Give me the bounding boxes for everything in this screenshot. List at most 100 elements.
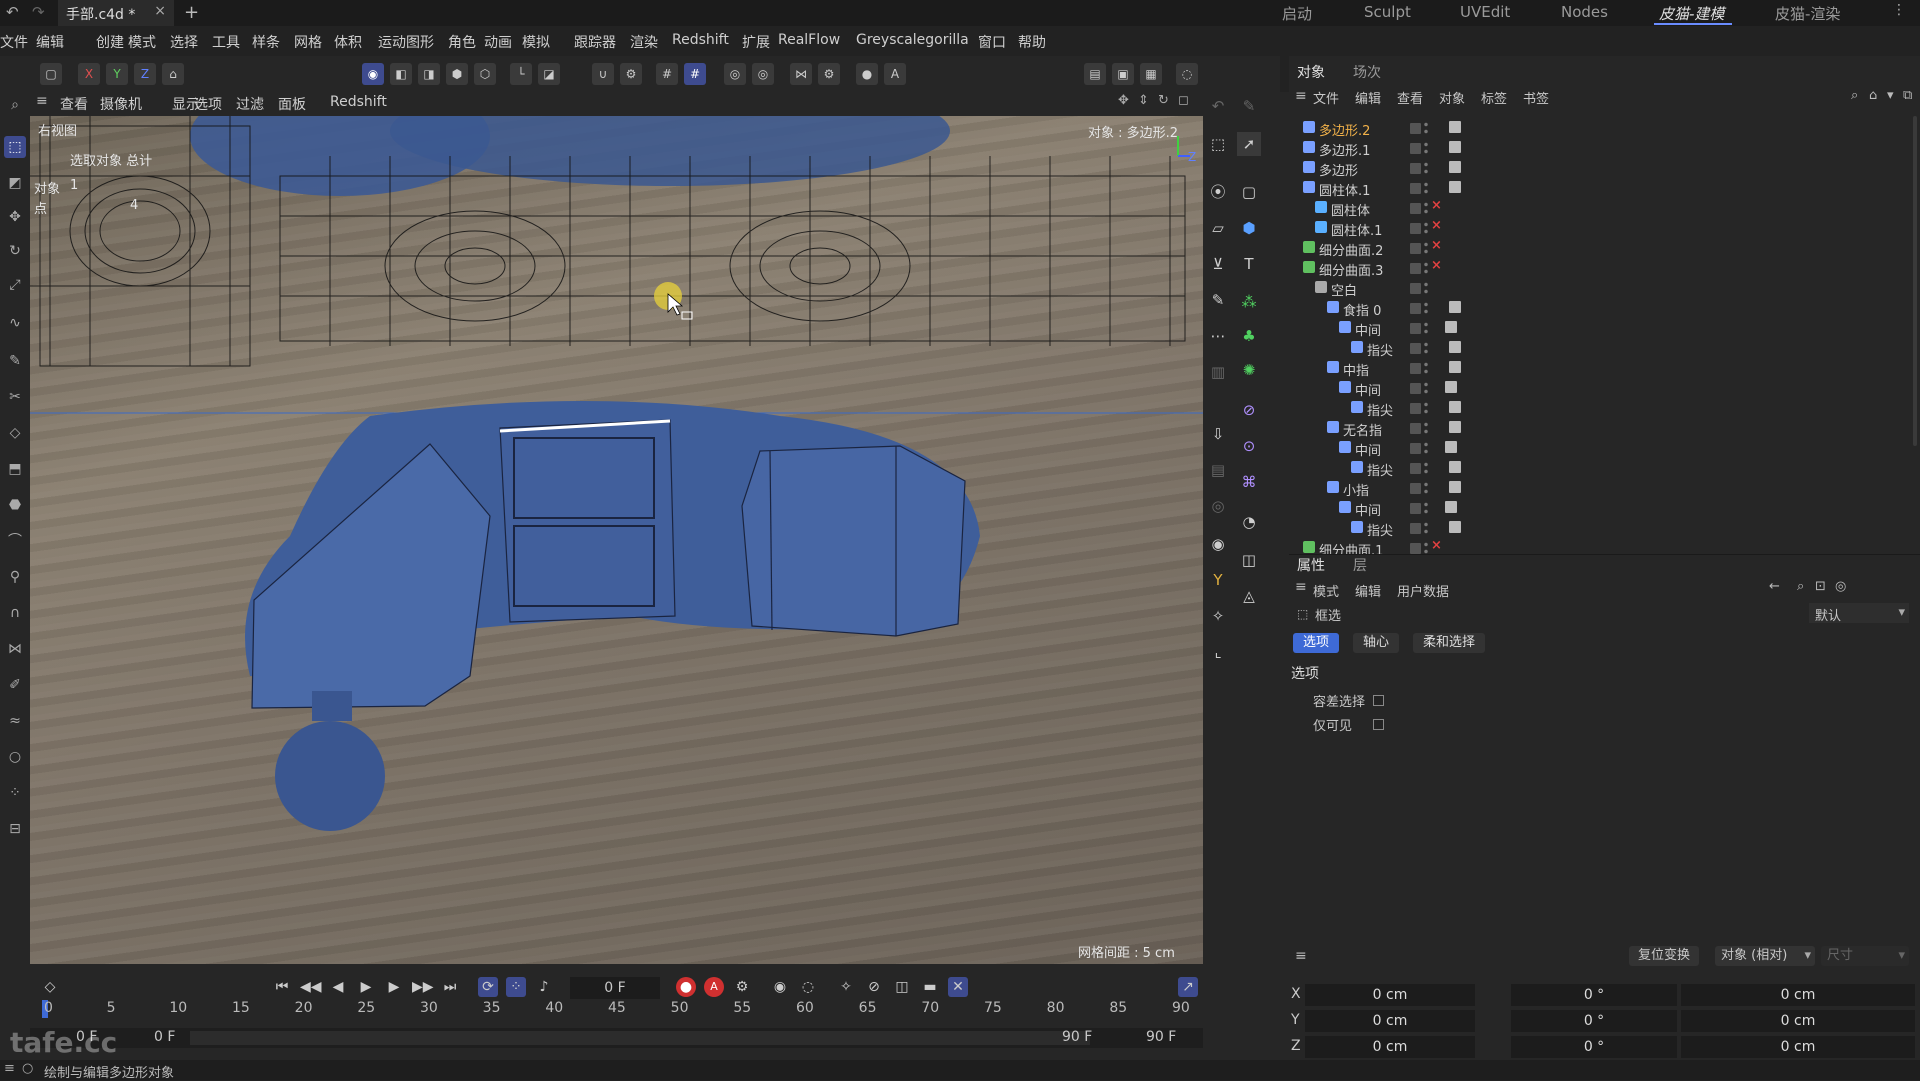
uv-mode-icon[interactable]: ⬢ <box>446 63 468 85</box>
polygons-mode-icon[interactable]: ◨ <box>418 63 440 85</box>
tag-icon[interactable] <box>1449 361 1461 373</box>
object-row[interactable]: 中指 <box>1289 358 1920 379</box>
axis-x-toggle[interactable]: X <box>78 63 100 85</box>
menu-item-1[interactable]: 编辑 <box>36 32 64 52</box>
render-visibility-dots[interactable] <box>1424 481 1428 495</box>
search-icon[interactable]: ⌕ <box>4 94 26 116</box>
object-row[interactable]: 中间 <box>1289 438 1920 459</box>
coord-rot-field[interactable]: 0 ° <box>1511 984 1677 1006</box>
key-scale-icon[interactable]: ✧ <box>836 977 856 997</box>
render-visibility-dots[interactable] <box>1424 321 1428 335</box>
texture-mode-icon[interactable]: ⬡ <box>474 63 496 85</box>
next-key-icon[interactable]: ▶▶ <box>412 977 434 997</box>
viewport-menu-item-5[interactable]: 面板 <box>278 94 306 114</box>
menu-item-10[interactable]: 角色 <box>448 32 476 52</box>
magnet-tool-icon[interactable]: ∩ <box>4 602 26 624</box>
disabled-icon[interactable]: × <box>1431 198 1442 213</box>
render-visibility-dots[interactable] <box>1424 501 1428 515</box>
coord-scale-field[interactable]: 0 cm <box>1681 1010 1915 1032</box>
layer-icon[interactable]: ▤ <box>1206 458 1230 482</box>
disabled-icon[interactable]: × <box>1431 218 1442 233</box>
knife-icon[interactable]: ✂ <box>4 386 26 408</box>
render-visibility-dots[interactable] <box>1424 241 1428 255</box>
visibility-toggle[interactable] <box>1410 123 1421 134</box>
smooth-icon[interactable]: ≈ <box>4 710 26 732</box>
subtab-soft-selection[interactable]: 柔和选择 <box>1413 633 1486 653</box>
playback-mode-icon[interactable]: ⁘ <box>506 977 526 997</box>
live-select-icon[interactable]: ⬚ <box>1206 132 1230 156</box>
redshift-render-icon[interactable]: ◌ <box>1176 63 1198 85</box>
object-name[interactable]: 空白 <box>1331 280 1357 299</box>
subtab-options[interactable]: 选项 <box>1293 633 1340 653</box>
object-row[interactable]: 圆柱体 × <box>1289 198 1920 219</box>
floor-icon[interactable]: ▱ <box>1206 216 1230 240</box>
visibility-toggle[interactable] <box>1410 503 1421 514</box>
brush-tool-icon[interactable]: ✎ <box>1206 288 1230 312</box>
menu-item-18[interactable]: Greyscalegorilla <box>856 32 969 48</box>
key-position-icon[interactable]: ◉ <box>770 977 790 997</box>
render-visibility-dots[interactable] <box>1424 281 1428 295</box>
sound-icon[interactable]: ♪ <box>534 977 554 997</box>
object-name[interactable]: 多边形.2 <box>1319 120 1370 139</box>
visibility-toggle[interactable] <box>1410 543 1421 554</box>
menu-item-12[interactable]: 模拟 <box>522 32 550 52</box>
render-visibility-dots[interactable] <box>1424 201 1428 215</box>
render-visibility-dots[interactable] <box>1424 221 1428 235</box>
viewport-menu-item-6[interactable]: Redshift <box>330 94 387 110</box>
menu-item-8[interactable]: 体积 <box>334 32 362 52</box>
key-point-icon[interactable]: ▬ <box>920 977 940 997</box>
frame-range-slider[interactable] <box>190 1031 1090 1045</box>
grid-icon[interactable]: ▥ <box>1206 360 1230 384</box>
coord-pos-field[interactable]: 0 cm <box>1305 984 1475 1006</box>
camera-icon[interactable]: ⦿ <box>1206 180 1230 204</box>
camera-object-icon[interactable]: ◫ <box>1237 548 1261 572</box>
play-icon[interactable]: ▶ <box>356 977 376 997</box>
visibility-toggle[interactable] <box>1410 223 1421 234</box>
close-icon[interactable]: × <box>154 3 166 19</box>
more-icon[interactable]: ⋮ <box>1892 2 1906 18</box>
render-visibility-dots[interactable] <box>1424 141 1428 155</box>
visibility-toggle[interactable] <box>1410 283 1421 294</box>
loop-icon[interactable]: ⟳ <box>478 977 498 997</box>
menu-item-19[interactable]: 窗口 <box>978 32 1006 52</box>
auto-key-icon[interactable]: A <box>704 977 724 997</box>
snap-settings-icon[interactable]: ⚙ <box>620 63 642 85</box>
tab-takes[interactable]: 场次 <box>1353 62 1381 82</box>
tag-icon[interactable] <box>1449 141 1461 153</box>
visible-only-checkbox[interactable] <box>1373 719 1384 730</box>
object-row[interactable]: 中间 <box>1289 498 1920 519</box>
menu-item-15[interactable]: Redshift <box>672 32 729 48</box>
popout-icon[interactable]: ⧉ <box>1903 88 1912 103</box>
render-visibility-dots[interactable] <box>1424 261 1428 275</box>
tab-layers[interactable]: 层 <box>1353 555 1367 575</box>
viewport-menu-item-3[interactable]: 选项 <box>194 94 222 114</box>
coord-rot-field[interactable]: 0 ° <box>1511 1036 1677 1058</box>
object-row[interactable]: 中间 <box>1289 378 1920 399</box>
tag-icon[interactable] <box>1449 181 1461 193</box>
visibility-toggle[interactable] <box>1410 163 1421 174</box>
go-to-start-icon[interactable]: ⏮ <box>272 977 292 997</box>
end-frame-a[interactable]: 90 F <box>1062 1029 1092 1045</box>
coord-rot-field[interactable]: 0 ° <box>1511 1010 1677 1032</box>
scale-tool-icon[interactable]: ⤢ <box>4 274 26 296</box>
visibility-toggle[interactable] <box>1410 303 1421 314</box>
circle-tool-icon[interactable]: ○ <box>4 746 26 768</box>
tag-icon[interactable] <box>1445 381 1457 393</box>
render-visibility-dots[interactable] <box>1424 521 1428 535</box>
current-frame-field[interactable]: 0 F <box>570 977 660 999</box>
points-mode-icon[interactable]: ◉ <box>362 63 384 85</box>
deformer-2-icon[interactable]: ⊙ <box>1237 434 1261 458</box>
hamburger-icon[interactable]: ≡ <box>1295 88 1307 104</box>
undo-view-icon[interactable]: ↶ <box>1206 94 1230 118</box>
tag-icon[interactable] <box>1449 461 1461 473</box>
workplane-snap-icon[interactable]: # <box>684 63 706 85</box>
lock-icon[interactable]: ⊡ <box>1815 579 1826 594</box>
visibility-toggle[interactable] <box>1410 183 1421 194</box>
disabled-icon[interactable]: × <box>1431 238 1442 253</box>
keyframe-diamond-icon[interactable]: ◇ <box>40 977 60 997</box>
filter-icon[interactable]: ▾ <box>1887 88 1894 103</box>
document-tab[interactable]: 手部.c4d * × <box>58 0 174 26</box>
render-view-icon[interactable]: ▤ <box>1084 63 1106 85</box>
object-row[interactable]: 指尖 <box>1289 398 1920 419</box>
tab-objects[interactable]: 对象 <box>1297 62 1325 82</box>
